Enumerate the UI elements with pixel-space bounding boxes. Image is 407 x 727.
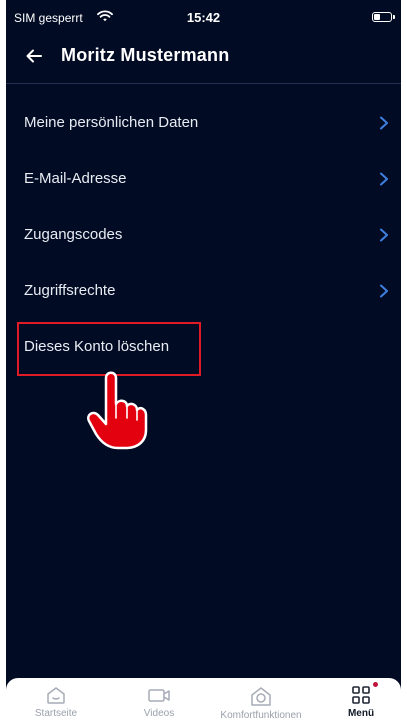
tab-label: Komfortfunktionen — [220, 710, 302, 721]
menu-item-access-rights[interactable]: Zugriffsrechte — [6, 264, 401, 320]
video-camera-icon — [148, 689, 170, 702]
menu-item-label: Zugriffsrechte — [24, 282, 116, 299]
menu-item-email-address[interactable]: E-Mail-Adresse — [6, 152, 401, 208]
comfort-functions-icon — [251, 687, 271, 706]
home-icon — [47, 687, 65, 704]
arrow-left-icon[interactable] — [24, 46, 44, 66]
tab-komfortfunktionen[interactable]: Komfortfunktionen — [206, 678, 316, 727]
menu-item-label: Zugangscodes — [24, 226, 123, 243]
app-screen: SIM gesperrt 15:42 Moritz Mustermann Mei… — [6, 0, 401, 727]
bottom-tab-bar: Startseite Videos Komfortfunktionen Menü — [6, 678, 401, 727]
menu-item-label: Meine persönlichen Daten — [24, 114, 199, 131]
header: Moritz Mustermann — [6, 34, 401, 78]
tab-label: Videos — [143, 708, 175, 719]
menu-item-access-codes[interactable]: Zugangscodes — [6, 208, 401, 264]
chevron-right-icon — [380, 284, 388, 298]
page-title: Moritz Mustermann — [61, 45, 230, 65]
tab-videos[interactable]: Videos — [109, 678, 209, 727]
tab-label: Menü — [347, 708, 375, 719]
pointing-hand-icon — [87, 371, 148, 450]
menu-item-personal-data[interactable]: Meine persönlichen Daten — [6, 96, 401, 152]
chevron-right-icon — [380, 228, 388, 242]
notification-dot — [373, 682, 378, 687]
chevron-right-icon — [380, 116, 388, 130]
tab-startseite[interactable]: Startseite — [6, 678, 106, 727]
status-bar: SIM gesperrt 15:42 — [6, 0, 401, 34]
header-divider — [6, 83, 401, 84]
menu-item-label: E-Mail-Adresse — [24, 170, 127, 187]
chevron-right-icon — [380, 172, 388, 186]
tab-label: Startseite — [34, 708, 78, 719]
menu-grid-icon — [352, 686, 370, 704]
battery-icon — [372, 12, 395, 22]
tab-menu[interactable]: Menü — [331, 678, 391, 727]
clock: 15:42 — [186, 10, 221, 25]
